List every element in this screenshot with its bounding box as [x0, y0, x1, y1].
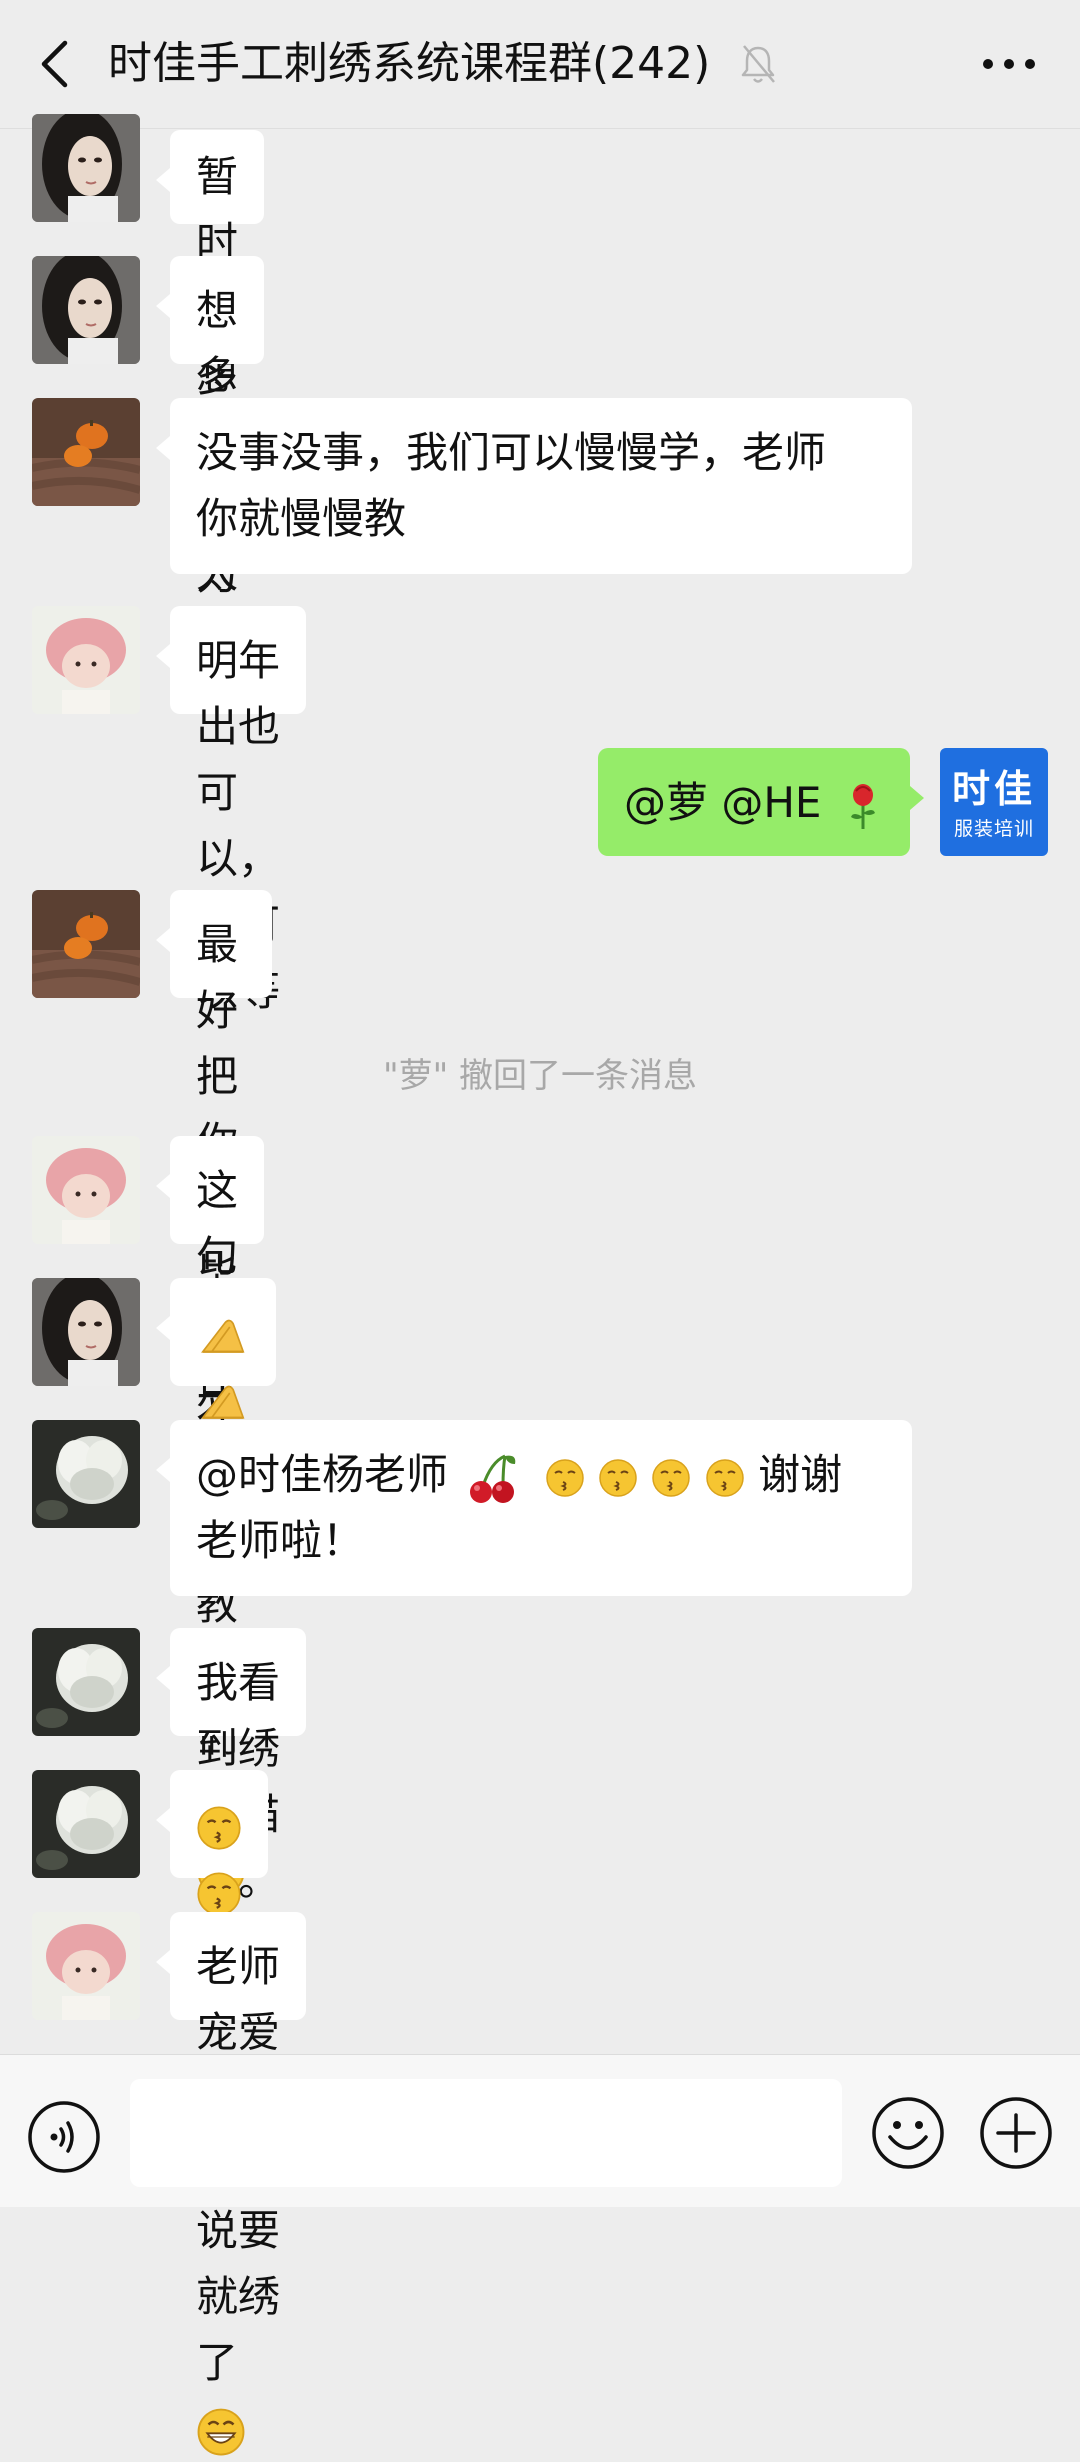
input-bar [0, 2054, 1080, 2207]
avatar-flower[interactable] [32, 1770, 140, 1878]
cherries-emoji [470, 1454, 516, 1503]
message-bubble[interactable] [156, 1278, 276, 1386]
kissing-face-emoji [196, 1805, 242, 1851]
avatar-woman[interactable] [32, 1278, 140, 1386]
praying-hands-emoji [196, 1379, 250, 1425]
message-bubble[interactable]: 没事没事，我们可以慢慢学，老师 你就慢慢教 [156, 398, 912, 574]
avatar-baby[interactable] [32, 1912, 140, 2020]
message-bubble[interactable]: 最好把你的毕深才艺全教我们哈 [156, 890, 272, 1895]
message-bubble[interactable]: 暂时没想 压力太大 [155, 130, 265, 663]
message-line: 没事没事，我们可以慢慢学，老师 [196, 428, 827, 477]
message-text: 谢谢 [758, 1450, 843, 1499]
kissing-face-emoji [705, 1458, 745, 1498]
avatar-baby[interactable] [32, 1136, 140, 1244]
avatar-woman[interactable] [32, 256, 140, 364]
message-text: @萝 @HE [624, 778, 822, 827]
avatar-pumpkin[interactable] [32, 890, 140, 998]
message-line: @时佳杨老师 谢谢 [196, 1442, 886, 1508]
back-icon [41, 40, 68, 88]
voice-button[interactable] [26, 2099, 102, 2175]
emoji-button[interactable] [870, 2095, 946, 2171]
message-line: 你就慢慢教 [196, 494, 407, 543]
rose-emoji [850, 783, 875, 829]
avatar-woman[interactable] [32, 114, 140, 222]
grinning-face-emoji [197, 2408, 245, 2455]
message-bubble[interactable]: 明年出也可以，我可以等 [156, 606, 306, 1015]
message-bubble[interactable]: 想多了压力大 [155, 256, 265, 665]
message-bubble[interactable]: 老师宠爱学员，说要就绣了 [156, 1912, 306, 2455]
avatar-pumpkin[interactable] [32, 398, 140, 506]
avatar-flower[interactable] [32, 1628, 140, 1736]
message-bubble[interactable]: 这句精点 [155, 1136, 265, 1413]
message-input[interactable] [130, 2079, 842, 2187]
mention-text: @时佳杨老师 [196, 1450, 449, 1499]
message-bubble-self[interactable]: @萝 @HE [598, 748, 924, 856]
logo-text: 时佳 [951, 766, 1036, 811]
kissing-face-emoji [651, 1458, 691, 1498]
message-bubble[interactable]: 我看到绣猫猫了。 [156, 1628, 306, 1905]
kissing-face-emoji [598, 1458, 638, 1498]
kissing-face-emoji [545, 1458, 585, 1498]
logo-subtext: 服装培训 [953, 818, 1034, 840]
praying-hands-emoji [196, 1313, 250, 1359]
message-bubble[interactable] [156, 1770, 268, 1878]
chat-title[interactable]: 时佳手工刺绣系统课程群(242) [108, 30, 710, 98]
more-button[interactable] [974, 44, 1044, 84]
chat-header: 时佳手工刺绣系统课程群(242) [0, 0, 1080, 129]
message-line: 老师啦！ [196, 1516, 365, 1565]
kissing-face-emoji [196, 1871, 242, 1917]
mute-bell-icon [741, 45, 775, 83]
avatar-baby[interactable] [32, 606, 140, 714]
avatar-shijia-logo[interactable]: 时佳 服装培训 [940, 748, 1048, 856]
back-button[interactable] [30, 36, 78, 92]
message-bubble[interactable]: @时佳杨老师 谢谢 老师啦！ [156, 1420, 912, 1596]
avatar-flower[interactable] [32, 1420, 140, 1528]
recalled-notice: "萝" 撤回了一条消息 [382, 1056, 698, 1096]
plus-button[interactable] [978, 2095, 1054, 2171]
